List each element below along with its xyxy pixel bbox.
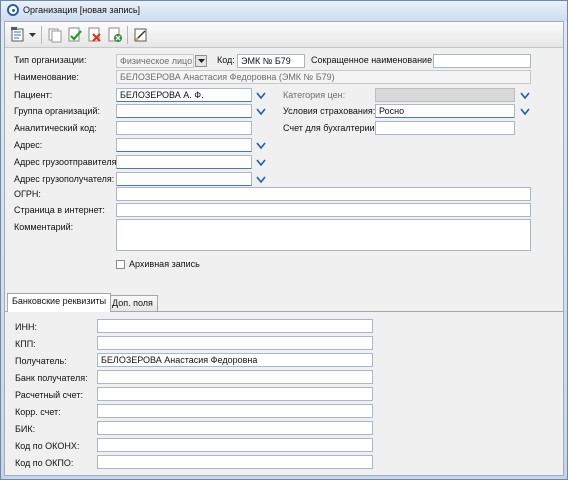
insurance-field[interactable]: Росно bbox=[375, 104, 515, 118]
address-field[interactable] bbox=[116, 138, 252, 152]
edit-icon[interactable] bbox=[131, 25, 151, 45]
ogrn-field[interactable] bbox=[116, 187, 531, 201]
accounting-label: Счет для бухгалтерии: bbox=[283, 123, 378, 133]
website-field[interactable] bbox=[116, 203, 531, 217]
inn-label: ИНН: bbox=[15, 322, 37, 332]
toolbar-separator bbox=[41, 26, 42, 44]
code-field[interactable]: ЭМК № Б79 bbox=[237, 54, 305, 68]
patient-chevron-down-icon[interactable] bbox=[256, 92, 266, 100]
okpo-field[interactable] bbox=[97, 455, 373, 469]
patient-field[interactable]: БЕЛОЗЕРОВА А. Ф. bbox=[116, 88, 252, 102]
website-label: Страница в интернет: bbox=[14, 205, 105, 215]
comments-field[interactable] bbox=[116, 219, 531, 251]
bank-details-panel: ИНН: КПП: Получатель: БЕЛОЗЕРОВА Анастас… bbox=[5, 311, 563, 475]
ogrn-label: ОГРН: bbox=[14, 189, 41, 199]
toolbar bbox=[5, 22, 563, 48]
short-name-label: Сокращенное наименование: bbox=[311, 55, 435, 65]
account-field[interactable] bbox=[97, 387, 373, 401]
comments-label: Комментарий: bbox=[14, 222, 74, 232]
insurance-chevron-down-icon[interactable] bbox=[520, 108, 530, 116]
consignee-address-label: Адрес грузополучателя: bbox=[14, 174, 115, 184]
org-group-chevron-down-icon[interactable] bbox=[256, 108, 266, 116]
kpp-label: КПП: bbox=[15, 339, 36, 349]
title-bar: Организация [новая запись] bbox=[1, 1, 567, 21]
analytic-code-field[interactable] bbox=[116, 121, 252, 135]
short-name-field[interactable] bbox=[433, 54, 531, 68]
inn-field[interactable] bbox=[97, 319, 373, 333]
cancel-icon[interactable] bbox=[85, 25, 105, 45]
tab-strip: Банковские реквизиты Доп. поля bbox=[5, 290, 563, 312]
window-title: Организация [новая запись] bbox=[23, 5, 141, 15]
save-check-icon[interactable] bbox=[65, 25, 85, 45]
corr-account-field[interactable] bbox=[97, 404, 373, 418]
app-icon bbox=[7, 4, 19, 16]
shipper-address-field[interactable] bbox=[116, 155, 252, 169]
org-type-dropdown-button[interactable] bbox=[195, 55, 207, 67]
org-group-field[interactable] bbox=[116, 104, 252, 118]
account-label: Расчетный счет: bbox=[15, 390, 84, 400]
dropdown-arrow-icon[interactable] bbox=[27, 25, 37, 45]
organization-window: Организация [новая запись] Тип организац… bbox=[0, 0, 568, 480]
kpp-field[interactable] bbox=[97, 336, 373, 350]
okonh-label: Код по ОКОНХ: bbox=[15, 441, 80, 451]
tab-bank-details[interactable]: Банковские реквизиты bbox=[7, 293, 112, 312]
bik-field[interactable] bbox=[97, 421, 373, 435]
recipient-field[interactable]: БЕЛОЗЕРОВА Анастасия Федоровна bbox=[97, 353, 373, 367]
add-record-icon[interactable] bbox=[9, 25, 29, 45]
code-label: Код: bbox=[217, 55, 235, 65]
consignee-address-field[interactable] bbox=[116, 172, 252, 186]
analytic-code-label: Аналитический код: bbox=[14, 123, 97, 133]
tab-extra-fields[interactable]: Доп. поля bbox=[107, 295, 158, 311]
shipper-address-label: Адрес грузоотправителя: bbox=[14, 157, 119, 167]
shipper-address-chevron-down-icon[interactable] bbox=[256, 159, 266, 167]
corr-account-label: Корр. счет: bbox=[15, 407, 61, 417]
bik-label: БИК: bbox=[15, 424, 36, 434]
accounting-field[interactable] bbox=[375, 121, 515, 135]
okpo-label: Код по ОКПО: bbox=[15, 458, 74, 468]
form-client-area: Тип организации: Физическое лицо Код: ЭМ… bbox=[4, 21, 564, 476]
address-chevron-down-icon[interactable] bbox=[256, 142, 266, 150]
price-category-field[interactable] bbox=[375, 88, 515, 102]
recipient-bank-label: Банк получателя: bbox=[15, 373, 88, 383]
org-type-select[interactable]: Физическое лицо bbox=[116, 54, 194, 68]
recipient-label: Получатель: bbox=[15, 356, 67, 366]
toolbar-separator bbox=[127, 26, 128, 44]
copy-icon[interactable] bbox=[45, 25, 65, 45]
archive-label: Архивная запись bbox=[129, 259, 200, 269]
org-group-label: Группа организаций: bbox=[14, 106, 100, 116]
insurance-label: Условия страхования: bbox=[283, 106, 376, 116]
org-type-label: Тип организации: bbox=[14, 55, 87, 65]
price-category-label: Категория цен: bbox=[283, 90, 346, 100]
archive-checkbox[interactable] bbox=[116, 260, 125, 269]
close-record-icon[interactable] bbox=[105, 25, 125, 45]
address-label: Адрес: bbox=[14, 140, 43, 150]
okonh-field[interactable] bbox=[97, 438, 373, 452]
chevron-down-icon bbox=[197, 58, 205, 63]
price-category-chevron-down-icon[interactable] bbox=[520, 92, 530, 100]
consignee-address-chevron-down-icon[interactable] bbox=[256, 176, 266, 184]
recipient-bank-field[interactable] bbox=[97, 370, 373, 384]
name-label: Наименование: bbox=[14, 72, 79, 82]
name-field[interactable]: БЕЛОЗЕРОВА Анастасия Федоровна (ЭМК № Б7… bbox=[116, 70, 531, 84]
patient-label: Пациент: bbox=[14, 90, 53, 100]
